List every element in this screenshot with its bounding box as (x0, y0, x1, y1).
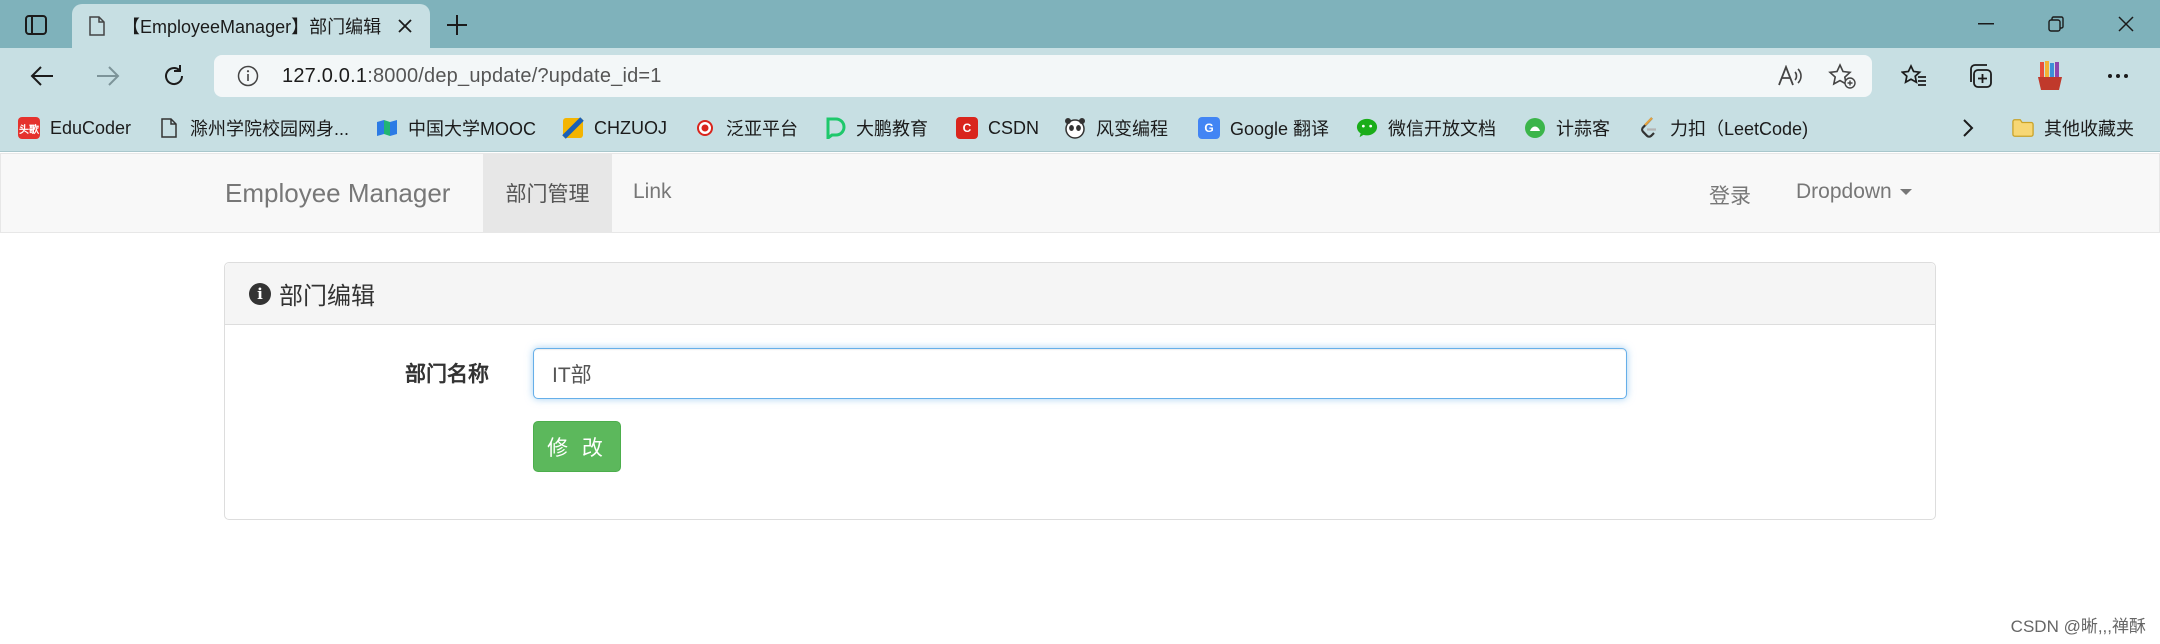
nav-dropdown-toggle[interactable]: Dropdown (1796, 180, 1912, 204)
info-circle-icon: i (249, 282, 271, 305)
favorites-button[interactable] (1894, 58, 1934, 94)
tab-actions-icon (25, 15, 47, 35)
restore-icon (2048, 16, 2064, 32)
toutiao-icon: 头歌 (18, 117, 40, 139)
more-icon (2108, 74, 2128, 78)
department-name-label: 部门名称 (405, 363, 489, 386)
chzuoj-icon (562, 117, 584, 139)
panda-icon (1064, 117, 1086, 139)
page-icon (86, 15, 108, 37)
mooc-icon (376, 117, 398, 139)
google-translate-icon: G (1198, 117, 1220, 139)
page-icon (158, 117, 180, 139)
bookmark-educoder[interactable]: 头歌 EduCoder (18, 115, 131, 141)
plus-icon (447, 15, 467, 35)
forward-button[interactable] (88, 58, 128, 94)
arrow-right-icon (97, 66, 120, 86)
read-aloud-button[interactable] (1774, 61, 1806, 91)
jisuanke-icon (1524, 117, 1546, 139)
update-button[interactable]: 修 改 (533, 421, 621, 472)
nav-item-link[interactable]: Link (633, 180, 672, 204)
watermark: CSDN @晰,,,禅酥 (2010, 617, 2146, 636)
bookmark-google-translate[interactable]: G Google 翻译 (1198, 115, 1329, 141)
leetcode-icon (1638, 117, 1660, 139)
favorites-icon (1901, 64, 1926, 86)
other-bookmarks-folder[interactable]: 其他收藏夹 (2012, 115, 2134, 141)
address-bar[interactable]: 127.0.0.1:8000/dep_update/?update_id=1 (214, 55, 1872, 97)
bookmark-chzuoj[interactable]: CHZUOJ (562, 115, 667, 141)
bookmark-leetcode[interactable]: 力扣（LeetCode) (1638, 115, 1808, 141)
bookmark-wechat-docs[interactable]: 微信开放文档 (1356, 115, 1496, 141)
more-menu-button[interactable] (2098, 58, 2138, 94)
extension-icon (2038, 61, 2062, 90)
bookmark-dapeng[interactable]: 大鹏教育 (824, 115, 928, 141)
bookmarks-bar: 头歌 EduCoder 滁州学院校园网身... 中国大学MOOC CHZUOJ … (0, 104, 2160, 152)
reload-button[interactable] (154, 58, 194, 94)
department-name-input[interactable] (533, 348, 1627, 399)
panel-title: 部门编辑 (279, 283, 375, 310)
add-favorite-button[interactable] (1826, 61, 1858, 91)
tab-title: 【EmployeeManager】部门编辑 (122, 17, 382, 37)
chevron-right-icon (1963, 119, 1974, 137)
panel-heading: i 部门编辑 (225, 263, 1935, 325)
top-navbar: Employee Manager 部门管理 Link 登录 Dropdown (0, 153, 2160, 233)
close-icon (2118, 16, 2134, 32)
dapeng-icon (824, 117, 846, 139)
browser-tab[interactable]: 【EmployeeManager】部门编辑 (72, 4, 430, 48)
bookmark-fengbian[interactable]: 风变编程 (1064, 115, 1168, 141)
site-info-icon[interactable] (236, 64, 260, 88)
wechat-icon (1356, 117, 1378, 139)
new-tab-button[interactable] (440, 10, 474, 40)
extension-button[interactable] (2030, 58, 2070, 94)
browser-toolbar: 127.0.0.1:8000/dep_update/?update_id=1 (0, 48, 2160, 104)
refresh-icon (165, 65, 184, 85)
caret-down-icon (1899, 189, 1912, 196)
star-add-icon (1828, 63, 1856, 89)
url-text: 127.0.0.1:8000/dep_update/?update_id=1 (282, 64, 662, 87)
fanya-icon (694, 117, 716, 139)
arrow-left-icon (30, 66, 53, 86)
collections-icon (1970, 64, 1992, 88)
bookmark-mooc[interactable]: 中国大学MOOC (376, 115, 536, 141)
bookmark-jisuanke[interactable]: 计蒜客 (1524, 115, 1610, 141)
restore-button[interactable] (2036, 10, 2076, 38)
csdn-icon: C (956, 117, 978, 139)
edit-panel: i 部门编辑 部门名称 修 改 (224, 262, 1936, 520)
collections-button[interactable] (1960, 58, 2000, 94)
minimize-icon (1978, 23, 1994, 25)
folder-icon (2012, 117, 2034, 139)
nav-login-link[interactable]: 登录 (1709, 180, 1751, 210)
nav-item-department[interactable]: 部门管理 (483, 154, 612, 232)
tab-strip: 【EmployeeManager】部门编辑 (0, 0, 2160, 48)
bookmarks-overflow-button[interactable] (1962, 115, 1974, 141)
bookmark-campus-net[interactable]: 滁州学院校园网身... (158, 115, 349, 141)
bookmark-fanya[interactable]: 泛亚平台 (694, 115, 798, 141)
minimize-button[interactable] (1966, 10, 2006, 38)
close-window-button[interactable] (2106, 10, 2146, 38)
bookmark-csdn[interactable]: C CSDN (956, 115, 1039, 141)
navbar-brand[interactable]: Employee Manager (225, 178, 450, 209)
read-aloud-icon (1778, 65, 1802, 86)
back-button[interactable] (22, 58, 62, 94)
close-tab-icon[interactable] (394, 15, 416, 37)
tab-actions-button[interactable] (18, 9, 54, 41)
